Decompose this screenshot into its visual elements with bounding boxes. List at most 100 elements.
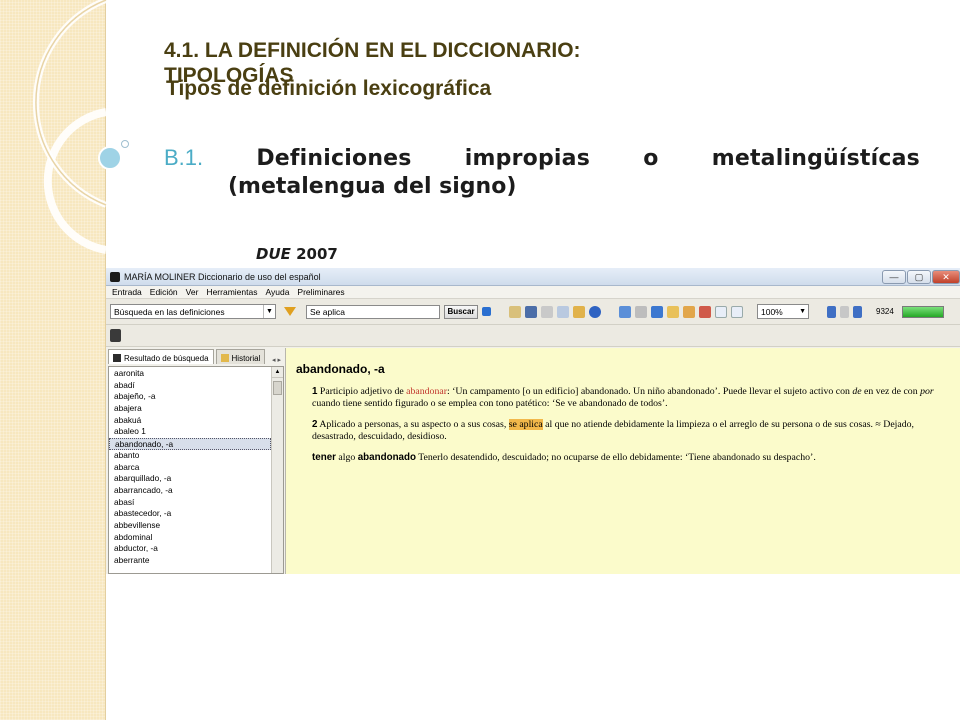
list-item[interactable]: abarrancado, -a (109, 485, 271, 497)
window-controls: — ▢ ✕ (882, 269, 960, 284)
minimize-button[interactable]: — (882, 269, 906, 284)
definition-pane: abandonado, -a 1 Participio adjetivo de … (286, 348, 960, 574)
content-panes: Resultado de búsqueda Historial ◂ ▸ aaro… (106, 348, 960, 574)
bookmark-icon[interactable] (667, 305, 679, 318)
window-titlebar: MARÍA MOLINER Diccionario de uso del esp… (106, 268, 960, 286)
results-pane: Resultado de búsqueda Historial ◂ ▸ aaro… (106, 348, 286, 574)
history-icon (220, 354, 229, 362)
binoculars-icon[interactable] (525, 305, 537, 318)
secondary-toolbar (106, 325, 960, 347)
list-item[interactable]: abakuá (109, 415, 271, 427)
pause-icon[interactable] (840, 305, 849, 318)
list-item[interactable]: abductor, -a (109, 543, 271, 555)
list-item[interactable]: abastecedor, -a (109, 508, 271, 520)
copy-icon[interactable] (557, 305, 569, 318)
sense-text: Aplicado a personas, a su aspecto o a su… (317, 419, 509, 430)
bullet-word: impropias (464, 146, 591, 171)
list-item[interactable]: abarca (109, 462, 271, 474)
cross-reference-link[interactable]: abandonar (406, 386, 447, 397)
sense-text: cuando tiene sentido figurado o se emple… (312, 398, 668, 409)
results-tab-strip: Resultado de búsqueda Historial ◂ ▸ (106, 348, 285, 364)
search-input[interactable] (306, 304, 440, 319)
sense-text: Participio adjetivo de (317, 386, 407, 397)
list-item[interactable]: abbevillense (109, 520, 271, 532)
search-highlight: se aplica (508, 419, 543, 430)
forward-icon[interactable] (635, 305, 647, 318)
scroll-thumb[interactable] (273, 381, 282, 395)
bullet-word: metalingüístícas (711, 146, 920, 171)
note-icon[interactable] (683, 305, 695, 318)
sense-text: en vez de con (861, 386, 921, 397)
filter-icon[interactable] (284, 307, 296, 316)
text-icon[interactable] (541, 305, 553, 318)
menu-herramientas[interactable]: Herramientas (206, 287, 257, 297)
list-item[interactable]: abanto (109, 450, 271, 462)
bullet-word: o (643, 146, 659, 171)
list-item[interactable]: aberrante (109, 555, 271, 567)
entry-count: 9324 (876, 307, 894, 316)
list-item[interactable]: abandonado, -a (109, 438, 271, 450)
decorative-circle-large (98, 146, 122, 170)
decorative-arcs (33, 0, 129, 254)
list-item[interactable]: abajeño, -a (109, 391, 271, 403)
search-button[interactable]: Buscar (444, 304, 478, 319)
results-list[interactable]: aaronita abadí abajeño, -a abajera abakuá aba… (108, 366, 284, 574)
back-icon[interactable] (619, 305, 631, 318)
up-down-icon[interactable] (651, 305, 663, 318)
phrase-keyword: tener (312, 452, 336, 463)
progress-fill (903, 306, 943, 317)
phrase-keyword: abandonado (357, 452, 416, 463)
menu-preliminares[interactable]: Preliminares (297, 287, 344, 297)
first-page-icon[interactable] (827, 305, 836, 318)
document-icon[interactable] (509, 305, 521, 318)
close-button[interactable]: ✕ (932, 269, 960, 284)
italic-term: de (852, 386, 862, 397)
pages-icon[interactable] (731, 305, 743, 318)
edit-icon[interactable] (573, 305, 585, 318)
results-items: aaronita abadí abajeño, -a abajera abakuá aba… (109, 367, 271, 567)
bullet-word: Definiciones (256, 146, 412, 171)
list-item[interactable]: abasí (109, 497, 271, 509)
pencil-icon[interactable] (699, 305, 711, 318)
bullet-label: B.1. (164, 145, 204, 170)
list-item[interactable]: aaronita (109, 368, 271, 380)
search-mode-value: Búsqueda en las definiciones (114, 306, 225, 317)
tab-scroll-arrows[interactable]: ◂ ▸ (272, 356, 285, 364)
list-item[interactable]: abdominal (109, 532, 271, 544)
bullet-continuation: (metalengua del signo) (228, 174, 517, 199)
decorative-circle-small (121, 140, 129, 148)
tab-search-results[interactable]: Resultado de búsqueda (108, 349, 214, 364)
list-item[interactable]: abadí (109, 380, 271, 392)
maximize-button[interactable]: ▢ (907, 269, 931, 284)
zoom-value: 100% (761, 306, 783, 317)
dictionary-app-window: MARÍA MOLINER Diccionario de uso del esp… (106, 268, 960, 574)
binoculars-icon (113, 354, 121, 362)
menu-entrada[interactable]: Entrada (112, 287, 142, 297)
help-icon[interactable] (589, 305, 601, 318)
list-item[interactable]: abarquillado, -a (109, 473, 271, 485)
search-mode-select[interactable]: Búsqueda en las definiciones ▼ (110, 304, 276, 319)
page-icon[interactable] (715, 305, 727, 318)
scroll-up-icon[interactable]: ▲ (272, 367, 283, 378)
list-item[interactable]: abaleo 1 (109, 426, 271, 438)
menu-ayuda[interactable]: Ayuda (265, 287, 289, 297)
menu-edicion[interactable]: Edición (150, 287, 178, 297)
menu-ver[interactable]: Ver (186, 287, 199, 297)
zoom-select[interactable]: 100% ▼ (757, 304, 809, 319)
results-scrollbar[interactable]: ▲ (271, 367, 283, 573)
due-caption: DUE 2007 (256, 245, 338, 263)
tab-label: Resultado de búsqueda (124, 353, 209, 363)
chevron-down-icon: ▼ (799, 308, 806, 315)
app-icon (110, 271, 120, 282)
last-page-icon[interactable] (853, 305, 862, 318)
tab-label: Historial (231, 353, 261, 363)
print-icon[interactable] (110, 329, 121, 342)
tab-history[interactable]: Historial (215, 349, 266, 364)
list-item[interactable]: abajera (109, 403, 271, 415)
sense-text: : ‘Un campamento [o un edificio] abandon… (446, 386, 853, 397)
progress-bar (902, 305, 944, 318)
stop-icon[interactable] (482, 307, 491, 316)
menu-bar: Entrada Edición Ver Herramientas Ayuda P… (106, 286, 960, 299)
italic-term: por (920, 386, 934, 397)
sense-2: 2 Aplicado a personas, a su aspecto o a … (312, 419, 954, 443)
